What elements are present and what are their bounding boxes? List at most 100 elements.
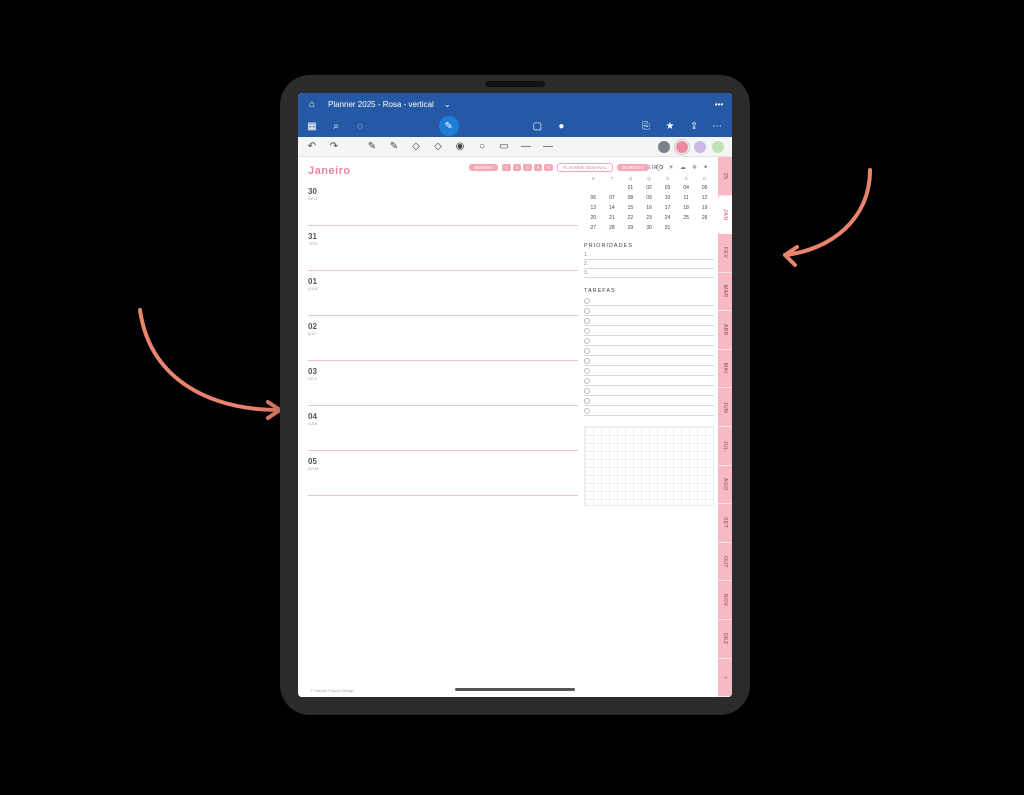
pencil-tool-icon[interactable]: ✎	[366, 141, 378, 153]
task-checkbox-icon[interactable]	[584, 408, 590, 414]
bookmark-icon[interactable]: ★	[664, 120, 676, 132]
calendar-day[interactable]: 06	[584, 193, 603, 203]
tracker-icon[interactable]: ☁	[680, 164, 686, 171]
task-row[interactable]	[584, 396, 714, 406]
pill-domingo[interactable]: DOMINGO	[617, 164, 649, 171]
calendar-day[interactable]: 22	[621, 213, 640, 223]
calendar-day[interactable]: 30	[640, 223, 659, 233]
task-row[interactable]	[584, 386, 714, 396]
pill-semana[interactable]: SEMANA	[469, 164, 498, 171]
color-swatch[interactable]	[712, 141, 724, 153]
pill-week-number[interactable]: 1	[502, 164, 511, 171]
day-row[interactable]: 03SEX	[308, 361, 578, 406]
calendar-day[interactable]: 29	[621, 223, 640, 233]
task-checkbox-icon[interactable]	[584, 378, 590, 384]
calendar-day[interactable]: 12	[695, 193, 714, 203]
day-row[interactable]: 31TER	[308, 226, 578, 271]
tracker-icon[interactable]: ❄	[692, 164, 697, 171]
calendar-day[interactable]: 04	[677, 183, 696, 193]
task-row[interactable]	[584, 336, 714, 346]
textbox-icon[interactable]: ▭	[498, 141, 510, 153]
month-tab[interactable]: MAI	[718, 350, 732, 389]
day-row[interactable]: 30SEG	[308, 181, 578, 226]
calendar-day[interactable]: 26	[695, 213, 714, 223]
calendar-day[interactable]: 20	[584, 213, 603, 223]
pill-planner-semanal[interactable]: PLANNER SEMANAL	[557, 163, 613, 172]
pill-week-number[interactable]: 4	[534, 164, 543, 171]
tracker-icon[interactable]: ✦	[703, 164, 708, 171]
day-row[interactable]: 04SÁB	[308, 406, 578, 451]
home-icon[interactable]: ⌂	[306, 98, 318, 110]
color-swatch[interactable]	[658, 141, 670, 153]
calendar-day[interactable]: 17	[658, 203, 677, 213]
calendar-day[interactable]: 13	[584, 203, 603, 213]
task-checkbox-icon[interactable]	[584, 308, 590, 314]
pill-week-number[interactable]: 3	[523, 164, 532, 171]
month-tab[interactable]: DEZ	[718, 620, 732, 659]
eraser-icon[interactable]: ◇	[410, 141, 422, 153]
shape-icon[interactable]: ○	[476, 141, 488, 153]
undo-icon[interactable]: ↶	[306, 141, 318, 153]
calendar-day[interactable]: 23	[640, 213, 659, 223]
task-checkbox-icon[interactable]	[584, 368, 590, 374]
priority-line[interactable]: 2.	[584, 260, 714, 269]
month-tab[interactable]: FEV	[718, 234, 732, 273]
tracker-icon[interactable]: ◯	[656, 164, 663, 171]
task-row[interactable]	[584, 316, 714, 326]
redo-icon[interactable]: ↷	[328, 141, 340, 153]
calendar-day[interactable]: 15	[621, 203, 640, 213]
grid-notes-area[interactable]	[584, 426, 714, 506]
month-tab[interactable]: JUL	[718, 427, 732, 466]
task-row[interactable]	[584, 366, 714, 376]
priority-line[interactable]: 1.	[584, 251, 714, 260]
calendar-day[interactable]: 21	[603, 213, 622, 223]
dropdown-caret-icon[interactable]: ⌄	[444, 100, 451, 109]
calendar-day[interactable]: 02	[640, 183, 659, 193]
calendar-day[interactable]: 09	[640, 193, 659, 203]
tracker-icon[interactable]: ☀	[669, 164, 674, 171]
month-tab[interactable]: JAN	[718, 196, 732, 235]
lasso-icon[interactable]: ◌	[354, 120, 366, 132]
task-checkbox-icon[interactable]	[584, 388, 590, 394]
calendar-day[interactable]: 24	[658, 213, 677, 223]
priority-line[interactable]: 3.	[584, 269, 714, 278]
calendar-day[interactable]: 27	[584, 223, 603, 233]
pill-week-number[interactable]: 2	[513, 164, 522, 171]
color-swatch[interactable]	[676, 141, 688, 153]
image-icon[interactable]: ▢	[531, 120, 543, 132]
task-row[interactable]	[584, 326, 714, 336]
month-tab[interactable]: 25	[718, 157, 732, 196]
day-row[interactable]: 05DOM	[308, 451, 578, 496]
apps-icon[interactable]: ▦	[306, 120, 318, 132]
window-dots-icon[interactable]: •••	[714, 99, 724, 109]
dash-icon[interactable]: —	[542, 141, 554, 153]
search-icon[interactable]: ⌕	[330, 120, 342, 132]
highlighter-icon[interactable]: ◉	[454, 141, 466, 153]
calendar-day[interactable]: 25	[677, 213, 696, 223]
task-checkbox-icon[interactable]	[584, 318, 590, 324]
month-tab[interactable]: +	[718, 659, 732, 697]
calendar-day[interactable]: 14	[603, 203, 622, 213]
addpage-icon[interactable]: ⎘	[640, 120, 652, 132]
month-tab[interactable]: OUT	[718, 543, 732, 582]
calendar-day[interactable]: 11	[677, 193, 696, 203]
task-row[interactable]	[584, 376, 714, 386]
calendar-day[interactable]: 08	[621, 193, 640, 203]
pen-tool-button[interactable]: ✎	[439, 116, 459, 136]
calendar-day[interactable]: 03	[658, 183, 677, 193]
month-tab[interactable]: MAR	[718, 273, 732, 312]
month-tab[interactable]: SET	[718, 504, 732, 543]
month-tab[interactable]: ABR	[718, 311, 732, 350]
color-swatch[interactable]	[694, 141, 706, 153]
calendar-day[interactable]: 19	[695, 203, 714, 213]
task-checkbox-icon[interactable]	[584, 398, 590, 404]
day-row[interactable]: 01QUA	[308, 271, 578, 316]
calendar-day[interactable]: 01	[621, 183, 640, 193]
month-tab[interactable]: JUN	[718, 388, 732, 427]
pill-week-number[interactable]: 5	[544, 164, 553, 171]
task-row[interactable]	[584, 306, 714, 316]
task-row[interactable]	[584, 346, 714, 356]
calendar-day[interactable]: 07	[603, 193, 622, 203]
month-tab[interactable]: NOV	[718, 581, 732, 620]
task-row[interactable]	[584, 406, 714, 416]
